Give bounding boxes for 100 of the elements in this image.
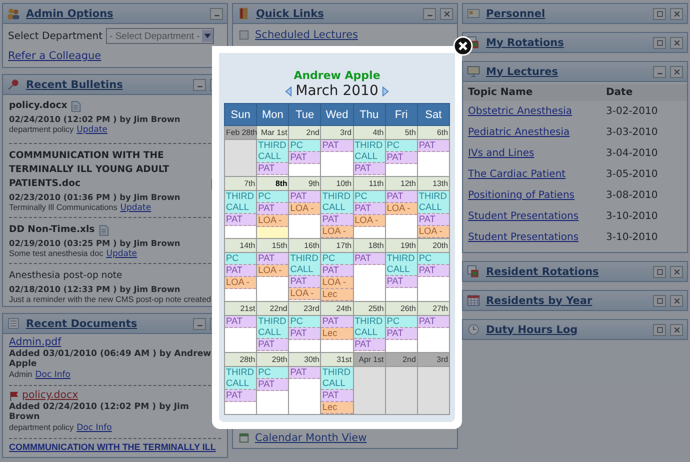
- calendar-entry[interactable]: LOA -: [321, 277, 353, 289]
- previous-month-button[interactable]: [284, 86, 292, 96]
- calendar-entry[interactable]: THIRD CALL: [257, 316, 288, 339]
- calendar-entry[interactable]: PAT: [354, 253, 385, 265]
- calendar-entry[interactable]: THIRD CALL: [321, 367, 353, 390]
- calendar-entry[interactable]: PC: [386, 140, 417, 152]
- calendar-entry[interactable]: PAT: [257, 163, 288, 175]
- calendar-entry[interactable]: PAT: [386, 191, 417, 203]
- calendar-entry[interactable]: THIRD CALL: [354, 140, 385, 163]
- calendar-entry[interactable]: PAT: [321, 214, 353, 226]
- restore-button[interactable]: [653, 324, 666, 336]
- panel-title-link[interactable]: Recent Bulletins: [26, 78, 123, 90]
- calendar-entry[interactable]: PC: [289, 316, 320, 328]
- calendar-entry[interactable]: THIRD CALL: [321, 191, 353, 214]
- calendar-entry[interactable]: THIRD CALL: [225, 191, 256, 214]
- calendar-entry[interactable]: PC: [321, 253, 353, 265]
- calendar-entry[interactable]: LOA -: [386, 203, 417, 215]
- calendar-entry[interactable]: THIRD CALL: [386, 253, 417, 276]
- minimize-button[interactable]: [193, 78, 206, 90]
- calendar-entry[interactable]: THIRD CALL: [418, 191, 449, 214]
- calendar-entry[interactable]: PAT: [289, 367, 320, 379]
- calendar-entry[interactable]: PAT: [321, 316, 353, 328]
- calendar-entry[interactable]: LOA -: [257, 215, 288, 227]
- panel-title-link[interactable]: Recent Documents: [26, 318, 138, 330]
- calendar-entry[interactable]: PAT: [257, 339, 288, 351]
- calendar-entry[interactable]: PAT: [225, 265, 256, 277]
- panel-title-link[interactable]: My Lectures: [486, 66, 558, 78]
- calendar-entry[interactable]: PC: [289, 140, 320, 152]
- calendar-entry[interactable]: LOA -: [418, 226, 449, 238]
- calendar-entry[interactable]: PC: [418, 253, 449, 265]
- calendar-entry[interactable]: THIRD CALL: [354, 316, 385, 339]
- calendar-entry[interactable]: PAT: [257, 203, 288, 215]
- calendar-entry[interactable]: LOA -: [257, 265, 288, 277]
- panel-title-link[interactable]: My Rotations: [486, 36, 564, 48]
- lecture-link[interactable]: IVs and Lines: [468, 148, 606, 159]
- calendar-entry[interactable]: PAT: [354, 203, 385, 215]
- calendar-entry[interactable]: THIRD CALL: [289, 253, 320, 276]
- panel-title-link[interactable]: Duty Hours Log: [486, 324, 578, 336]
- lecture-link[interactable]: Positioning of Patiens: [468, 190, 606, 201]
- panel-title-link[interactable]: Quick Links: [256, 8, 324, 20]
- lecture-link[interactable]: Student Presentations: [468, 232, 606, 243]
- restore-button[interactable]: [653, 266, 666, 278]
- calendar-entry[interactable]: PAT: [386, 276, 417, 288]
- calendar-entry[interactable]: PAT: [386, 152, 417, 164]
- lecture-link[interactable]: Student Presentations: [468, 211, 606, 222]
- restore-button[interactable]: [653, 8, 666, 20]
- calendar-entry[interactable]: PAT: [289, 191, 320, 203]
- quick-link[interactable]: Calendar Month View: [255, 432, 367, 444]
- calendar-entry[interactable]: PAT: [321, 140, 353, 152]
- minimize-button[interactable]: [653, 66, 666, 78]
- calendar-entry[interactable]: THIRD CALL: [225, 367, 256, 390]
- calendar-entry[interactable]: PAT: [225, 390, 256, 402]
- calendar-entry[interactable]: PAT: [289, 276, 320, 288]
- calendar-entry[interactable]: Lec: [321, 402, 353, 414]
- calendar-entry[interactable]: THIRD CALL: [257, 140, 288, 163]
- calendar-entry[interactable]: PAT: [418, 140, 449, 152]
- update-link[interactable]: Update: [106, 249, 138, 259]
- refer-link[interactable]: Refer a Colleague: [8, 50, 102, 62]
- calendar-entry[interactable]: PAT: [289, 152, 320, 164]
- calendar-entry[interactable]: LOA -: [354, 215, 385, 227]
- calendar-entry[interactable]: LOA -: [225, 277, 256, 289]
- update-link[interactable]: Update: [76, 125, 108, 135]
- update-link[interactable]: Update: [120, 203, 152, 213]
- calendar-entry[interactable]: Lec: [321, 328, 353, 340]
- calendar-entry[interactable]: PC: [257, 191, 288, 203]
- panel-title-link[interactable]: Residents by Year: [486, 294, 592, 306]
- minimize-button[interactable]: [210, 8, 223, 20]
- calendar-entry[interactable]: LOA -: [321, 226, 353, 238]
- panel-title-link[interactable]: Personnel: [486, 8, 546, 20]
- calendar-entry[interactable]: LOA -: [289, 288, 320, 300]
- minimize-button[interactable]: [423, 8, 436, 20]
- calendar-entry[interactable]: PAT: [321, 390, 353, 402]
- document-link[interactable]: policy.docx: [22, 390, 78, 401]
- calendar-entry[interactable]: PAT: [257, 253, 288, 265]
- calendar-entry[interactable]: PC: [354, 191, 385, 203]
- calendar-entry[interactable]: LOA -: [289, 203, 320, 215]
- calendar-entry[interactable]: PAT: [418, 265, 449, 277]
- calendar-entry[interactable]: PAT: [225, 214, 256, 226]
- calendar-entry[interactable]: PAT: [354, 339, 385, 351]
- calendar-entry[interactable]: PAT: [257, 379, 288, 391]
- restore-button[interactable]: [653, 294, 666, 306]
- calendar-entry[interactable]: PAT: [418, 316, 449, 328]
- calendar-entry[interactable]: PAT: [418, 214, 449, 226]
- calendar-entry[interactable]: PAT: [354, 163, 385, 175]
- department-select[interactable]: - Select Department -: [106, 28, 214, 44]
- doc-info-link[interactable]: Doc Info: [35, 370, 70, 380]
- lecture-link[interactable]: Obstetric Anesthesia: [468, 106, 606, 117]
- lecture-link[interactable]: The Cardiac Patient: [468, 169, 606, 180]
- calendar-entry[interactable]: PC: [257, 367, 288, 379]
- document-link[interactable]: Admin.pdf: [9, 337, 62, 348]
- quick-link[interactable]: Scheduled Lectures: [255, 29, 358, 41]
- panel-title-link[interactable]: Resident Rotations: [486, 266, 599, 278]
- restore-button[interactable]: [653, 36, 666, 48]
- lecture-link[interactable]: Pediatric Anesthesia: [468, 127, 606, 138]
- calendar-entry[interactable]: PAT: [321, 265, 353, 277]
- doc-info-link[interactable]: Doc Info: [76, 423, 112, 433]
- document-link[interactable]: COMMMUNICATION WITH THE TERMINALLY ILL: [9, 442, 216, 452]
- calendar-entry[interactable]: PAT: [386, 328, 417, 340]
- calendar-entry[interactable]: Lec: [321, 289, 353, 301]
- minimize-button[interactable]: [193, 318, 206, 330]
